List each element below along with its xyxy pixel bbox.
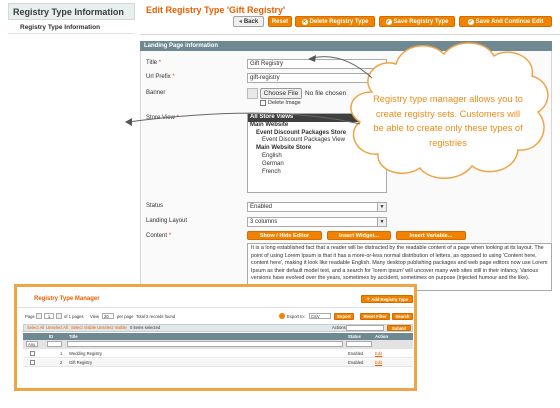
select-all-link[interactable]: Select All: [27, 325, 44, 330]
column-id[interactable]: ID: [49, 334, 53, 339]
plus-icon: ＋: [366, 296, 371, 301]
reset-filter-button[interactable]: Reset Filter: [360, 313, 390, 320]
column-action: Action: [375, 334, 389, 339]
of-pages-text: of 1 pages: [64, 314, 84, 319]
export-button[interactable]: Export: [334, 313, 354, 320]
column-status[interactable]: Status: [348, 334, 361, 339]
prev-page-icon[interactable]: [36, 313, 42, 319]
items-selected-text: 0 items selected: [130, 325, 161, 330]
actions-label: Actions: [332, 325, 346, 330]
export-to-label: Export to:: [287, 314, 305, 319]
row-title: Gift Registry: [69, 360, 93, 365]
filter-title-input[interactable]: [67, 341, 343, 347]
total-records-text: Total 2 records found: [136, 314, 176, 319]
page-input[interactable]: 1: [44, 313, 54, 319]
row-checkbox[interactable]: [30, 360, 35, 365]
row-edit-link[interactable]: Edit: [375, 351, 382, 356]
row-status: Enabled: [348, 351, 364, 356]
export-format-select[interactable]: CSV: [309, 313, 331, 319]
row-title: Wedding Registry: [69, 351, 102, 356]
row-status: Enabled: [348, 360, 364, 365]
page-label: Page: [25, 314, 35, 319]
per-page-label: per page: [117, 314, 134, 319]
search-button[interactable]: Search: [392, 313, 413, 320]
column-title[interactable]: Title: [69, 334, 78, 339]
callout-text: Registry type manager allows you to crea…: [373, 94, 523, 148]
unselect-visible-link[interactable]: Unselect Visible: [97, 325, 127, 330]
filter-any-select[interactable]: Any: [26, 341, 38, 347]
manager-divider: [17, 307, 414, 308]
registry-type-manager-panel: Registry Type Manager ＋ Add Registry Typ…: [14, 284, 417, 391]
add-registry-type-label: Add Registry Type: [371, 296, 408, 302]
row-edit-link[interactable]: Edit: [375, 360, 382, 365]
actions-select[interactable]: [346, 325, 384, 331]
add-registry-type-button[interactable]: ＋ Add Registry Type: [361, 295, 413, 303]
row-id: 2: [60, 360, 63, 365]
view-label: View: [90, 314, 100, 319]
row-checkbox[interactable]: [30, 351, 35, 356]
unselect-all-link[interactable]: Unselect All: [46, 325, 68, 330]
per-page-select[interactable]: 20: [102, 313, 114, 319]
filter-id-input[interactable]: [47, 341, 62, 347]
row-id: 1: [60, 351, 63, 356]
manager-title: Registry Type Manager: [34, 296, 100, 302]
arrowheads: [125, 55, 316, 126]
next-page-icon[interactable]: [56, 313, 62, 319]
submit-button[interactable]: Submit: [387, 325, 411, 331]
select-visible-link[interactable]: Select Visible: [71, 325, 96, 330]
export-icon: [279, 313, 285, 319]
callout-arrows: [127, 56, 373, 125]
filter-status-select[interactable]: [346, 341, 372, 347]
